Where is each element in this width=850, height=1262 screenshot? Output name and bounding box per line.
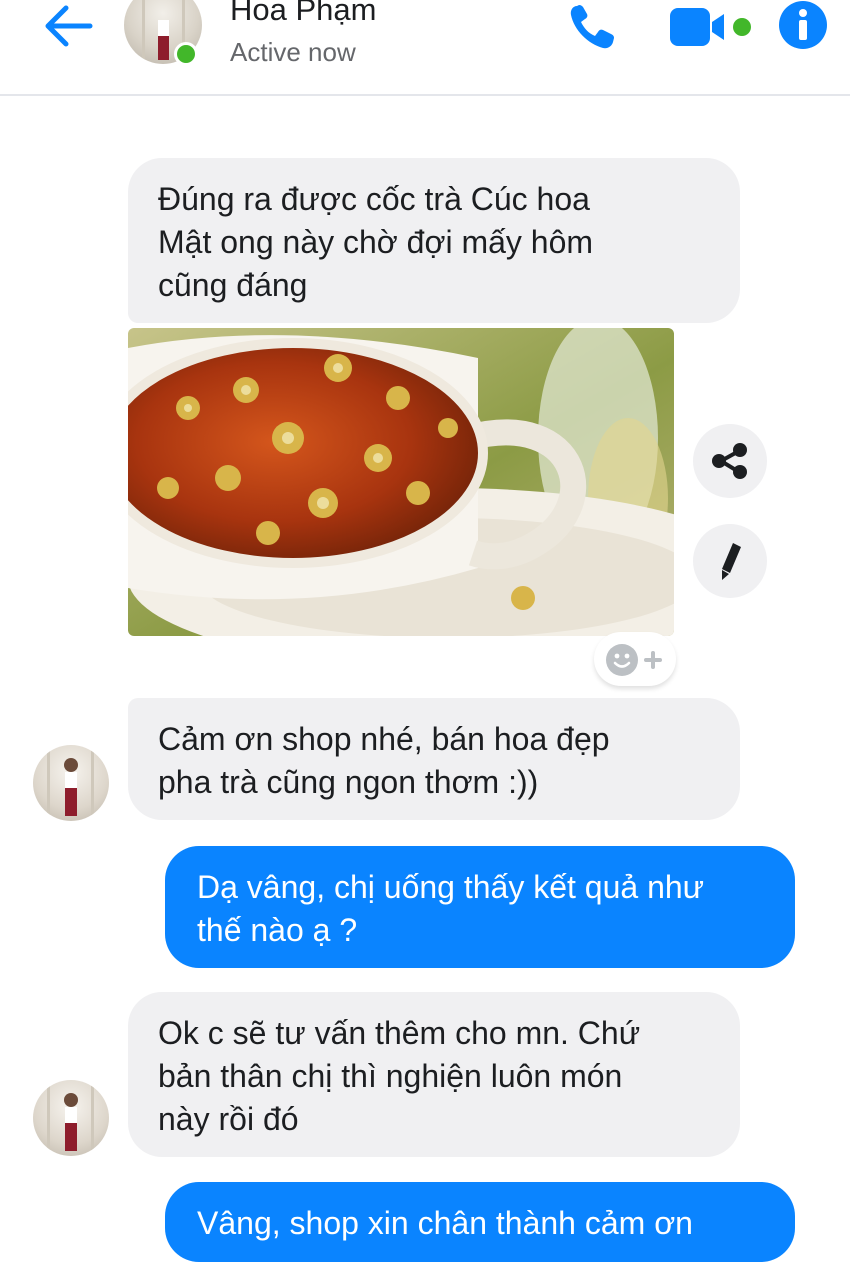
phone-icon: [570, 5, 614, 49]
shared-photo[interactable]: [128, 328, 674, 636]
online-status-dot: [174, 42, 198, 66]
back-button[interactable]: [40, 2, 96, 50]
add-reaction-icon: [606, 644, 662, 676]
message-bubble-outgoing[interactable]: Dạ vâng, chị uống thấy kết quả như thế n…: [165, 846, 795, 968]
info-icon: [779, 1, 827, 49]
message-bubble-incoming[interactable]: Ok c sẽ tư vấn thêm cho mn. Chứ bản thân…: [128, 992, 740, 1157]
edit-pencil-icon: [722, 543, 741, 580]
message-bubble-incoming[interactable]: Đúng ra được cốc trà Cúc hoa Mật ong này…: [128, 158, 740, 323]
back-arrow-icon: [45, 5, 93, 47]
video-camera-icon: [670, 8, 751, 46]
conversation-header: Hoa Phạm Active now: [0, 0, 850, 96]
add-reaction-button[interactable]: [594, 632, 676, 686]
active-status: Active now: [230, 37, 356, 67]
share-icon: [712, 443, 747, 479]
edit-photo-button[interactable]: [693, 524, 767, 598]
message-bubble-incoming[interactable]: Cảm ơn shop nhé, bán hoa đẹp pha trà cũn…: [128, 698, 740, 820]
voice-call-button[interactable]: [564, 0, 624, 56]
contact-avatar-small[interactable]: [33, 745, 109, 821]
message-bubble-outgoing[interactable]: Vâng, shop xin chân thành cảm ơn: [165, 1182, 795, 1262]
contact-name[interactable]: Hoa Phạm: [230, 0, 376, 28]
conversation-info-button[interactable]: [778, 0, 828, 50]
contact-avatar-small[interactable]: [33, 1080, 109, 1156]
video-call-button[interactable]: [668, 6, 756, 48]
share-button[interactable]: [693, 424, 767, 498]
